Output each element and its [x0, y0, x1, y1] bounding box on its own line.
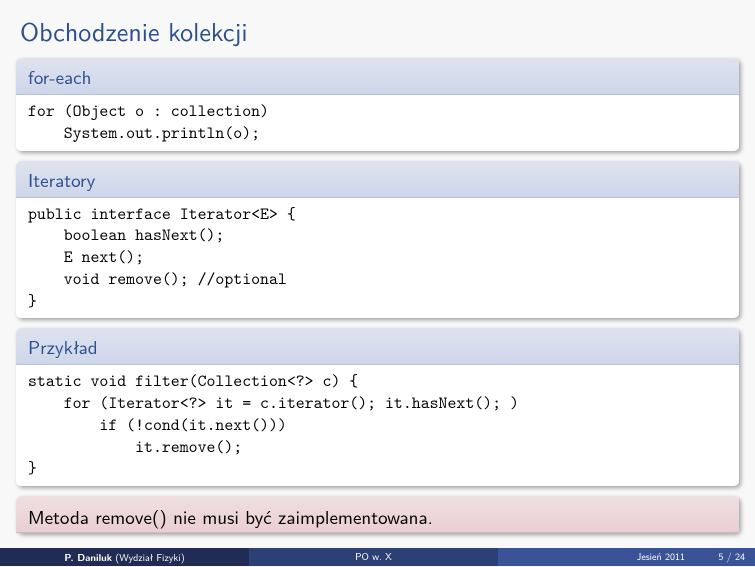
block-head-example: Przykład: [16, 328, 739, 365]
block-body-foreach: for (Object o : collection) System.out.p…: [16, 95, 739, 151]
footer-affiliation: (Wydział Fizyki): [115, 550, 184, 565]
footer-author-section: P. Daniluk (Wydział Fizyki): [0, 548, 249, 566]
footer-author: P. Daniluk: [64, 550, 112, 564]
footer-date: Jesień 2011: [637, 549, 685, 564]
footer-right-section: Jesień 2011 5 / 24: [498, 548, 755, 566]
note-text: Metoda remove() nie musi być zaimplement…: [16, 496, 739, 533]
block-body-iterators: public interface Iterator<E> { boolean h…: [16, 198, 739, 319]
block-body-example: static void filter(Collection<?> c) { fo…: [16, 365, 739, 486]
footline: P. Daniluk (Wydział Fizyki) PO w. X Jesi…: [0, 548, 755, 566]
slide-title: Obchodzenie kolekcji: [16, 12, 739, 50]
code-example: static void filter(Collection<?> c) { fo…: [28, 371, 727, 480]
footer-page: 5 / 24: [718, 549, 745, 564]
block-note: Metoda remove() nie musi być zaimplement…: [16, 496, 739, 533]
block-iterators: Iteratory public interface Iterator<E> {…: [16, 161, 739, 319]
footer-center: PO w. X: [249, 548, 498, 566]
block-head-iterators: Iteratory: [16, 161, 739, 198]
slide: Obchodzenie kolekcji for-each for (Objec…: [0, 0, 755, 566]
block-head-foreach: for-each: [16, 58, 739, 95]
block-example: Przykład static void filter(Collection<?…: [16, 328, 739, 486]
block-foreach: for-each for (Object o : collection) Sys…: [16, 58, 739, 151]
code-foreach: for (Object o : collection) System.out.p…: [28, 101, 727, 145]
code-iterators: public interface Iterator<E> { boolean h…: [28, 204, 727, 313]
